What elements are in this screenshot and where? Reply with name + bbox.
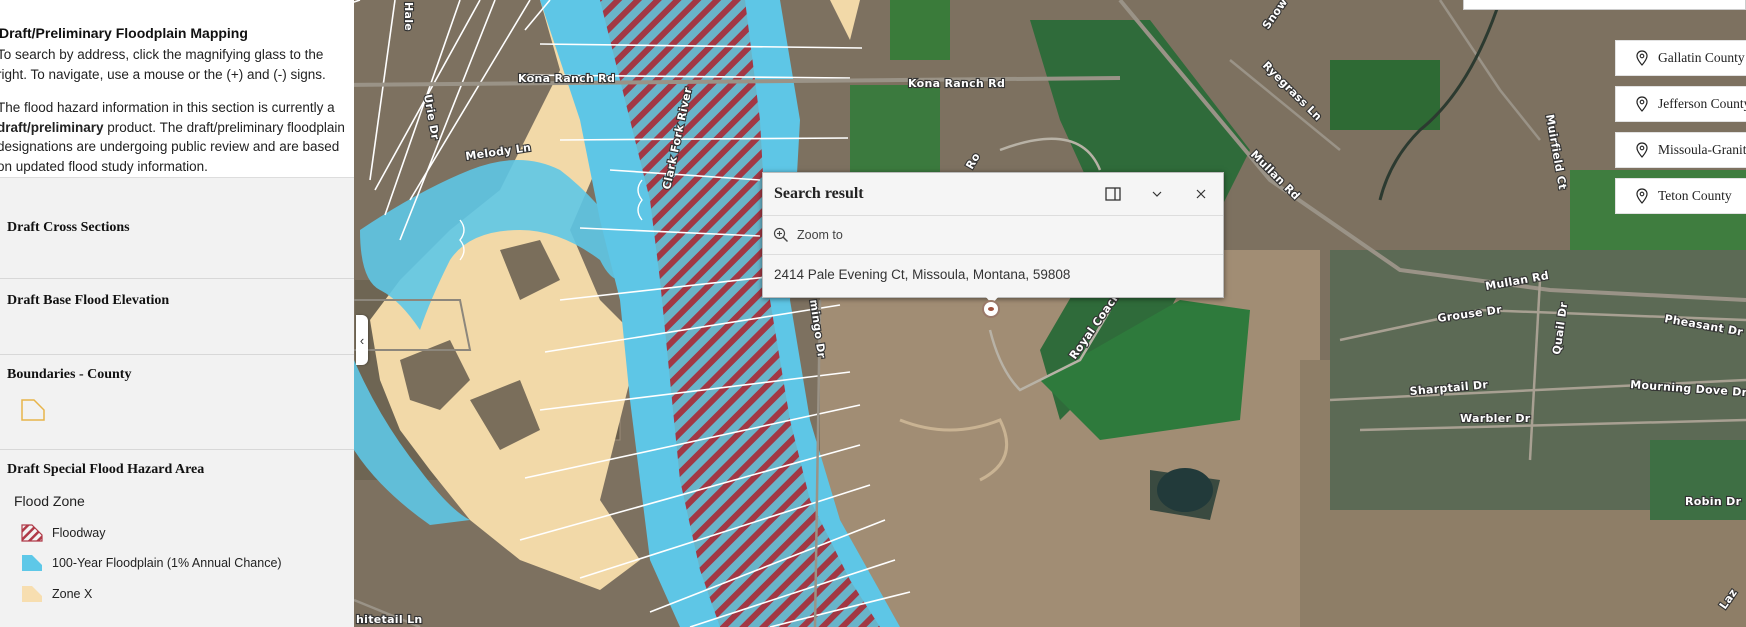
- dock-icon: [1105, 187, 1121, 201]
- legend-item-100-year-floodplain: 100-Year Floodplain (1% Annual Chance): [20, 553, 282, 573]
- legend-panel: Draft/Preliminary Floodplain Mapping To …: [0, 0, 354, 627]
- floodway-swatch-icon: [21, 524, 43, 542]
- legend-title-boundaries: Boundaries - County: [7, 367, 132, 382]
- legend-item-zone-x: Zone X: [20, 584, 92, 604]
- road-label-kona-ranch: Kona Ranch Rd: [518, 72, 615, 85]
- zoom-to-action[interactable]: Zoom to: [763, 216, 1223, 255]
- map-pin-icon: [1636, 188, 1648, 204]
- popup-title: Search result: [774, 185, 864, 202]
- road-label-hale: Hale: [402, 2, 415, 31]
- legend-section-base-flood[interactable]: Draft Base Flood Elevation: [0, 279, 354, 355]
- road-label-warbler: Warbler Dr: [1460, 412, 1531, 425]
- chevron-left-icon: ‹: [359, 332, 365, 348]
- location-marker-icon[interactable]: [982, 300, 1000, 318]
- map-pin-icon: [1636, 142, 1648, 158]
- intro-section: Draft/Preliminary Floodplain Mapping To …: [0, 0, 354, 178]
- search-result-address: 2414 Pale Evening Ct, Missoula, Montana,…: [774, 267, 1071, 282]
- intro-draft-text: The flood hazard information in this sec…: [0, 100, 345, 174]
- county-bookmark-jefferson[interactable]: Jefferson County: [1615, 86, 1746, 122]
- collapse-panel-button[interactable]: ‹: [356, 315, 368, 365]
- collapse-popup-button[interactable]: [1147, 184, 1167, 204]
- close-icon: [1196, 189, 1206, 199]
- road-label-kona-ranch: Kona Ranch Rd: [908, 77, 1005, 90]
- chevron-down-icon: [1152, 191, 1162, 197]
- legend-section-cross-sections[interactable]: Draft Cross Sections: [0, 207, 354, 279]
- legend-title-cross-sections: Draft Cross Sections: [7, 220, 130, 235]
- dock-button[interactable]: [1103, 184, 1123, 204]
- county-bookmark-gallatin[interactable]: Gallatin County: [1615, 40, 1746, 76]
- county-boundary-swatch-icon: [21, 399, 45, 421]
- top-toolbar[interactable]: [1463, 0, 1746, 10]
- close-popup-button[interactable]: [1191, 184, 1211, 204]
- road-label-robin: Robin Dr: [1685, 495, 1742, 508]
- county-bookmark-missoula-granite[interactable]: Missoula-Granite: [1615, 132, 1746, 168]
- zoom-in-icon: [773, 227, 788, 242]
- legend-title-sfha: Draft Special Flood Hazard Area: [7, 462, 205, 477]
- flood-zone-heading: Flood Zone: [14, 493, 85, 509]
- map-pin-icon: [1636, 96, 1648, 112]
- zoom-to-label: Zoom to: [797, 228, 843, 242]
- intro-navigation-text: To search by address, click the magnifyi…: [0, 47, 326, 82]
- legend-section-sfha[interactable]: Draft Special Flood Hazard Area Flood Zo…: [0, 450, 354, 627]
- legend-item-floodway: Floodway: [20, 523, 106, 543]
- road-label-whitetail: hitetail Ln: [356, 613, 423, 626]
- floodplain-swatch-icon: [22, 555, 42, 571]
- intro-title: Draft/Preliminary Floodplain Mapping: [0, 25, 248, 41]
- popup-header: Search result: [763, 173, 1223, 216]
- legend-title-base-flood: Draft Base Flood Elevation: [7, 293, 170, 308]
- map-pin-icon: [1636, 50, 1648, 66]
- search-result-popup[interactable]: Search result Zoom to 2414 Pale Evening …: [762, 172, 1224, 298]
- legend-section-boundaries[interactable]: Boundaries - County: [0, 355, 354, 450]
- county-bookmark-teton[interactable]: Teton County: [1615, 178, 1746, 214]
- zone-x-swatch-icon: [22, 586, 42, 602]
